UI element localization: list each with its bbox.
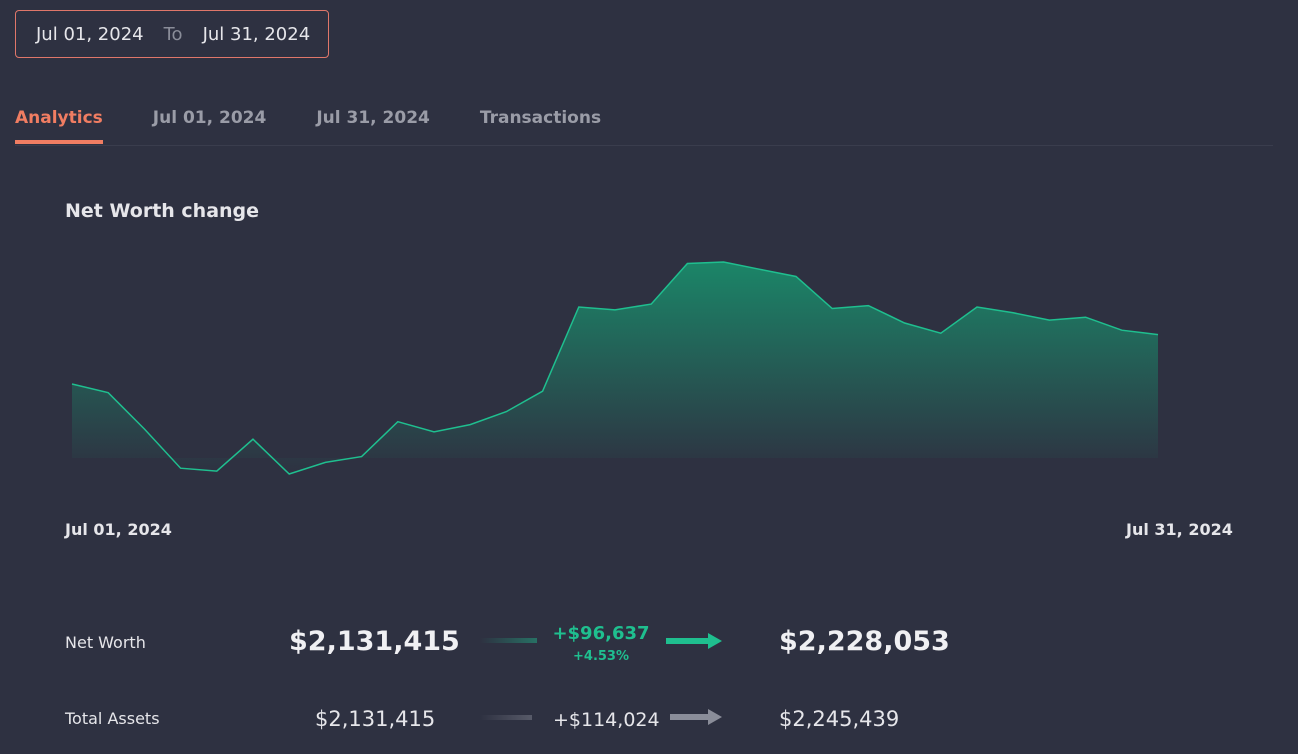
x-axis-start-label: Jul 01, 2024 xyxy=(65,520,172,539)
total-assets-fade-bar xyxy=(480,715,532,720)
total-assets-label: Total Assets xyxy=(65,709,160,728)
total-assets-change: +$114,024 xyxy=(553,709,660,731)
net-worth-end-value: $2,228,053 xyxy=(779,626,950,657)
net-worth-fade-bar xyxy=(480,638,537,643)
chart-area xyxy=(72,262,1158,474)
total-assets-start-value: $2,131,415 xyxy=(315,707,436,731)
net-worth-start-value: $2,131,415 xyxy=(289,626,460,657)
net-worth-change-pct: +4.53% xyxy=(573,649,629,664)
net-worth-change: +$96,637 xyxy=(552,623,650,644)
net-worth-arrow-icon xyxy=(666,633,722,649)
total-assets-arrow-icon xyxy=(670,709,722,725)
net-worth-label: Net Worth xyxy=(65,633,146,652)
x-axis-end-label: Jul 31, 2024 xyxy=(1126,520,1233,539)
total-assets-end-value: $2,245,439 xyxy=(779,707,900,731)
